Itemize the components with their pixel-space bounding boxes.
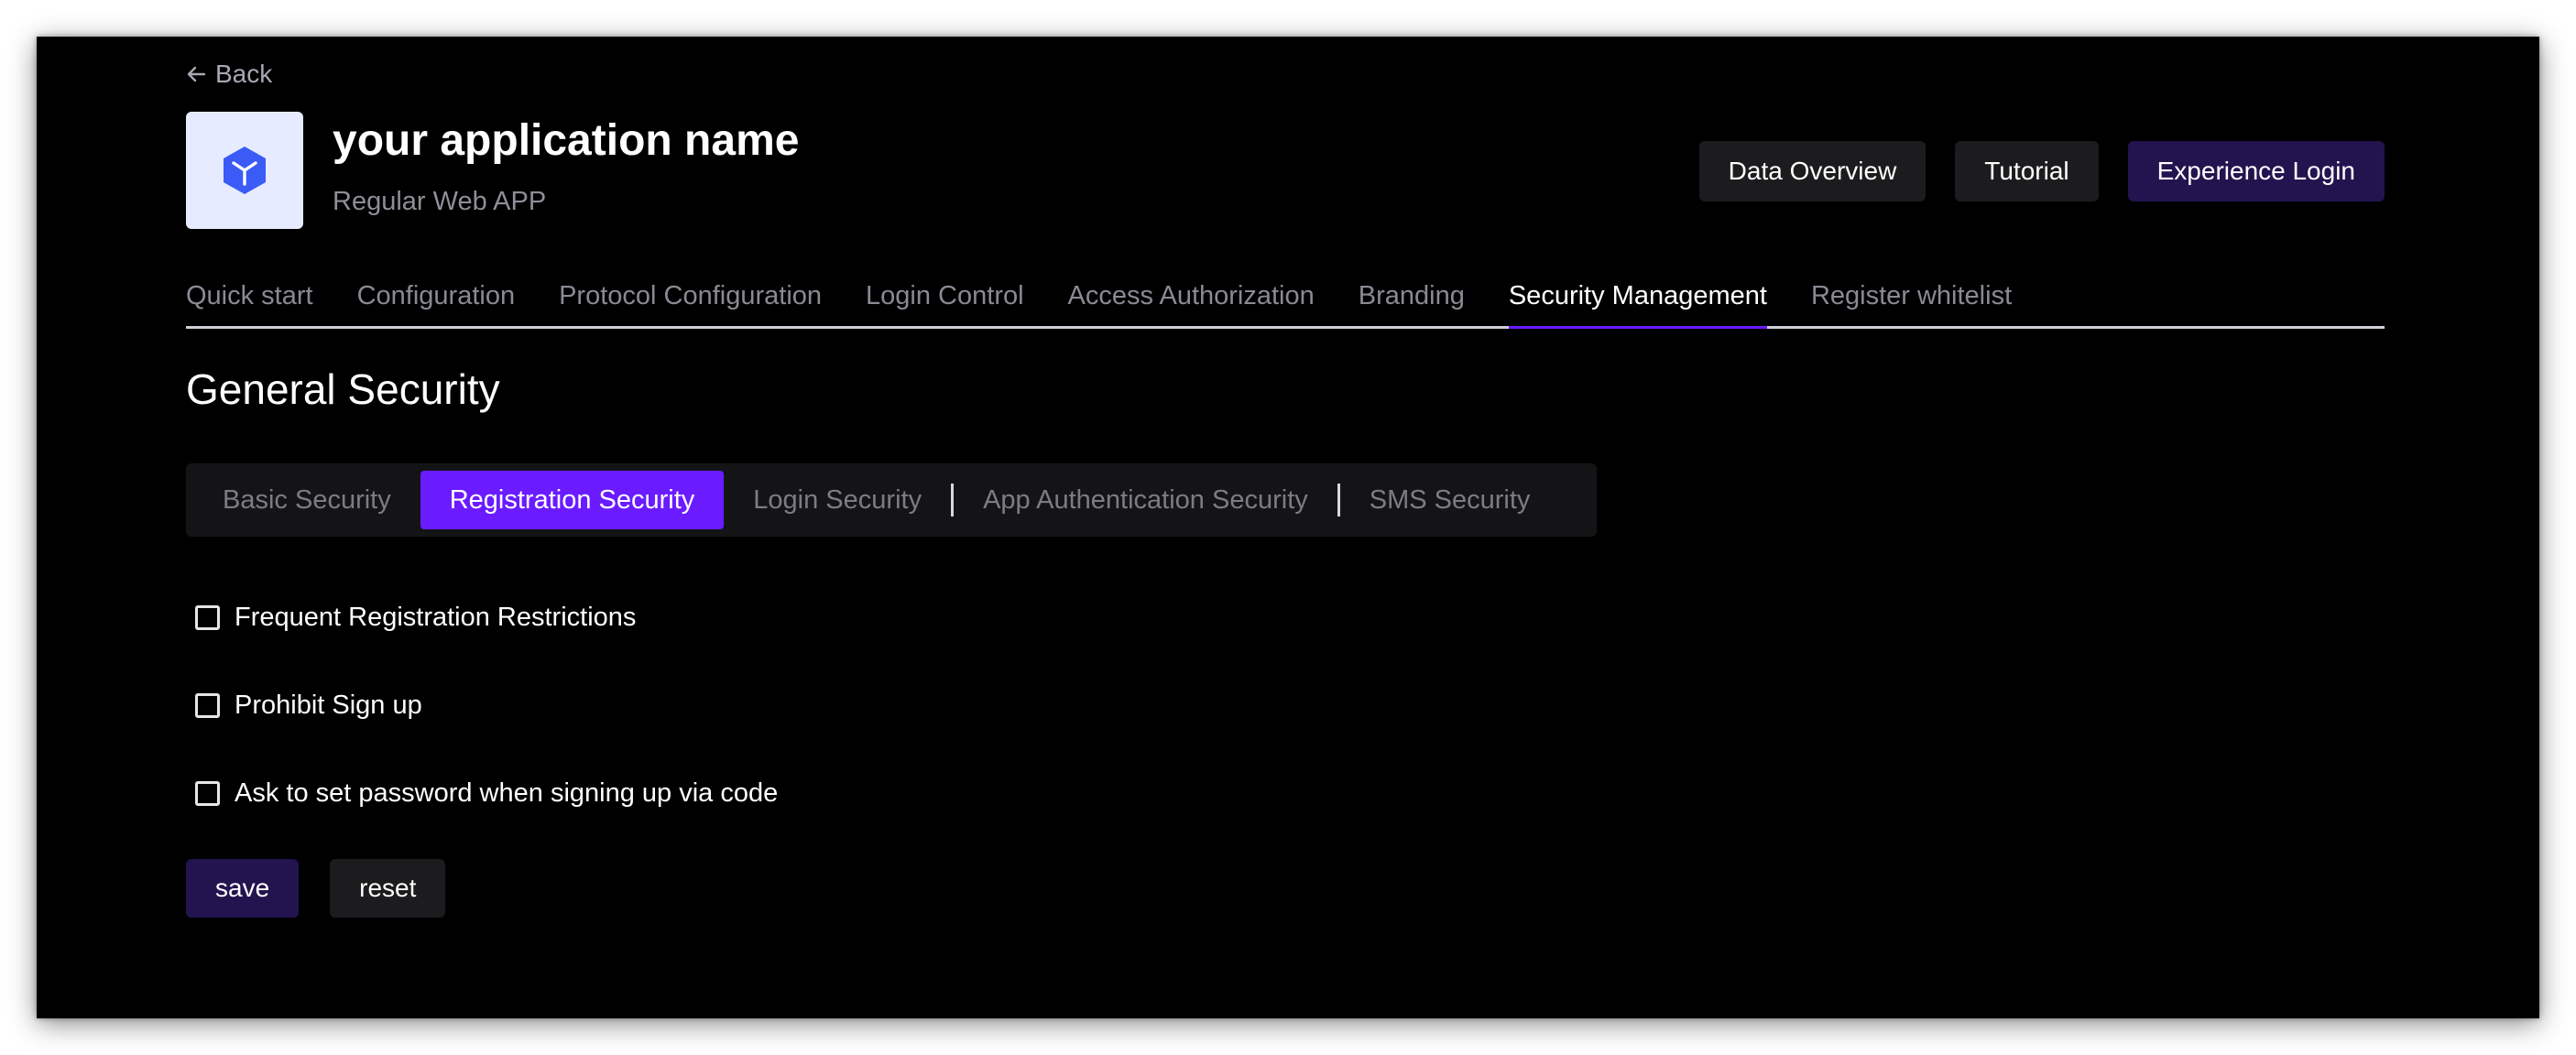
reset-button[interactable]: reset bbox=[330, 859, 446, 918]
back-label: Back bbox=[215, 60, 273, 88]
subtab-sms-security[interactable]: SMS Security bbox=[1340, 471, 1560, 529]
experience-login-button[interactable]: Experience Login bbox=[2127, 141, 2385, 201]
option-label: Frequent Registration Restrictions bbox=[235, 603, 637, 632]
cube-icon bbox=[224, 147, 266, 194]
tab-branding[interactable]: Branding bbox=[1359, 280, 1465, 326]
tab-security-management[interactable]: Security Management bbox=[1508, 280, 1768, 329]
option-ask-set-password[interactable]: Ask to set password when signing up via … bbox=[195, 778, 778, 809]
back-link[interactable]: Back bbox=[186, 57, 272, 92]
tab-configuration[interactable]: Configuration bbox=[357, 280, 516, 326]
security-sub-tabs: Basic Security Registration Security Log… bbox=[186, 463, 1597, 537]
subtab-registration-security[interactable]: Registration Security bbox=[420, 471, 725, 529]
app-type: Regular Web APP bbox=[333, 187, 547, 216]
subtab-app-authentication-security[interactable]: App Authentication Security bbox=[954, 471, 1337, 529]
tab-register-whitelist[interactable]: Register whitelist bbox=[1811, 280, 2012, 326]
main-content: Back your application name Regular Web A… bbox=[186, 37, 2385, 1018]
app-title: your application name bbox=[333, 116, 800, 165]
form-actions: save reset bbox=[186, 859, 446, 918]
app-window: Back your application name Regular Web A… bbox=[37, 37, 2539, 1018]
option-label: Prohibit Sign up bbox=[235, 691, 422, 720]
option-prohibit-sign-up[interactable]: Prohibit Sign up bbox=[195, 691, 422, 721]
tab-access-authorization[interactable]: Access Authorization bbox=[1068, 280, 1315, 326]
option-frequent-registration-restrictions[interactable]: Frequent Registration Restrictions bbox=[195, 603, 636, 633]
tab-protocol-configuration[interactable]: Protocol Configuration bbox=[559, 280, 822, 326]
main-tabs: Quick start Configuration Protocol Confi… bbox=[186, 280, 2385, 329]
app-logo bbox=[186, 112, 303, 229]
checkbox[interactable] bbox=[195, 605, 220, 630]
data-overview-button[interactable]: Data Overview bbox=[1698, 141, 1927, 201]
header-actions: Data Overview Tutorial Experience Login bbox=[1698, 141, 2385, 201]
checkbox[interactable] bbox=[195, 781, 220, 806]
tutorial-button[interactable]: Tutorial bbox=[1955, 141, 2099, 201]
tab-login-control[interactable]: Login Control bbox=[866, 280, 1024, 326]
option-label: Ask to set password when signing up via … bbox=[235, 778, 779, 808]
section-title: General Security bbox=[186, 365, 500, 413]
subtab-login-security[interactable]: Login Security bbox=[724, 471, 951, 529]
arrow-left-icon bbox=[187, 66, 206, 82]
checkbox[interactable] bbox=[195, 693, 220, 718]
save-button[interactable]: save bbox=[186, 859, 300, 918]
tab-quick-start[interactable]: Quick start bbox=[186, 280, 313, 326]
subtab-basic-security[interactable]: Basic Security bbox=[193, 471, 420, 529]
